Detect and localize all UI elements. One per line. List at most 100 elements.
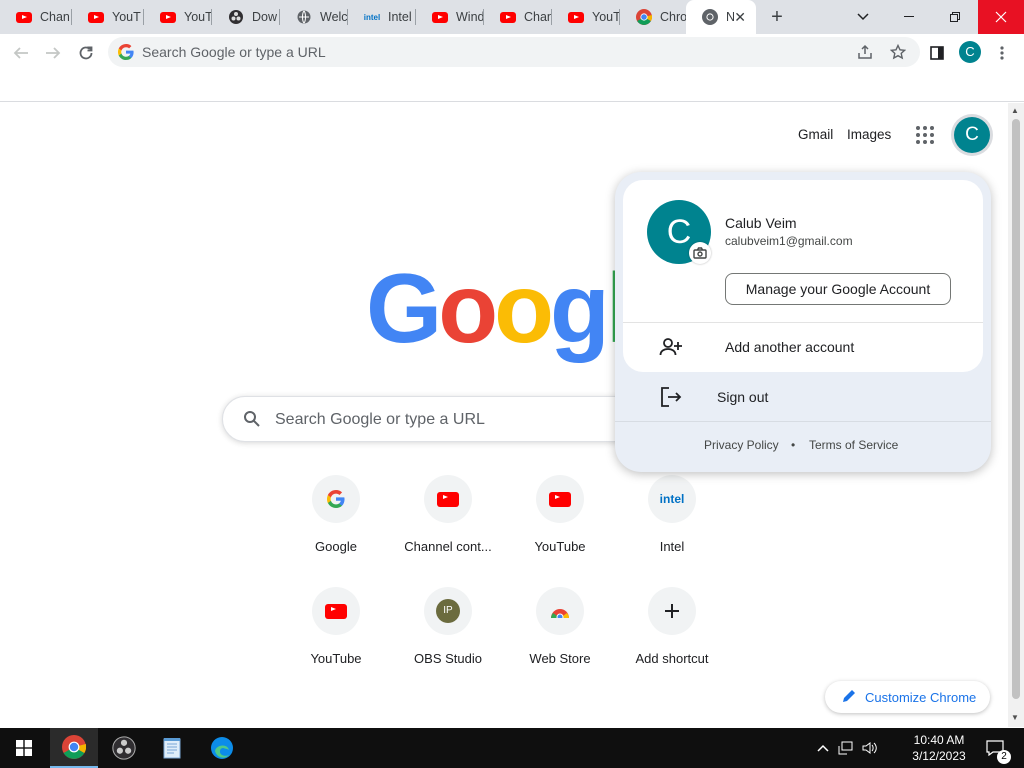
tab-windows[interactable]: Wind [416,0,484,34]
taskbar-notepad[interactable] [148,728,196,768]
tab-title: Chan [524,10,552,24]
shortcut-label: Google [315,539,357,554]
taskbar-obs[interactable] [100,728,148,768]
search-placeholder: Search Google or type a URL [275,411,485,428]
close-icon [995,11,1007,23]
youtube-icon [312,587,360,635]
google-apps-icon[interactable] [913,123,937,147]
shortcut-add[interactable]: Add shortcut [616,587,728,699]
tab-download[interactable]: Dow [212,0,280,34]
scrollbar-thumb[interactable] [1012,119,1020,699]
youtube-icon [424,475,472,523]
taskbar-chrome[interactable] [50,728,98,768]
chrome-icon [636,9,652,25]
page-scrollbar[interactable]: ▲ ▼ [1008,103,1024,727]
logo-letter: o [494,253,554,363]
gmail-link[interactable]: Gmail [798,127,833,142]
share-icon[interactable] [856,44,874,62]
tab-search-button[interactable] [840,0,886,34]
notification-center-button[interactable]: 2 [980,728,1011,768]
pencil-icon [842,689,858,705]
reload-button[interactable] [73,40,99,66]
volume-icon[interactable] [860,728,880,768]
account-email: calubveim1@gmail.com [725,234,853,248]
shortcut-label: Web Store [529,651,591,666]
logout-icon [659,385,683,409]
shortcut-google[interactable]: Google [280,475,392,587]
terms-of-service-link[interactable]: Terms of Service [809,438,898,452]
shortcut-web-store[interactable]: Web Store [504,587,616,699]
divider [623,322,983,323]
reload-icon [79,46,93,60]
customize-label: Customize Chrome [865,689,977,705]
tab-youtube[interactable]: YouT [552,0,620,34]
chrome-menu-button[interactable] [989,40,1015,66]
network-icon[interactable] [836,728,856,768]
address-bar[interactable]: Search Google or type a URL [108,37,920,67]
new-tab-button[interactable]: + [765,5,789,29]
account-popup: C Calub Veim calubveim1@gmail.com Manage… [615,172,991,472]
shortcut-channel-content[interactable]: Channel cont... [392,475,504,587]
restore-button[interactable] [932,0,978,34]
tab-channel[interactable]: Chan [0,0,72,34]
add-account-label: Add another account [725,339,855,355]
shortcut-intel[interactable]: intel Intel [616,475,728,587]
privacy-policy-link[interactable]: Privacy Policy [704,438,779,452]
tab-channel[interactable]: Chan [484,0,552,34]
shortcut-label: Intel [659,539,685,554]
minimize-button[interactable] [886,0,932,34]
close-window-button[interactable] [978,0,1024,34]
close-tab-icon[interactable]: ✕ [734,9,746,25]
obs-icon [112,736,136,760]
shortcut-youtube[interactable]: YouTube [504,475,616,587]
shortcut-youtube-2[interactable]: YouTube [280,587,392,699]
tab-title: Wind [456,10,484,24]
chevron-down-icon [857,13,869,21]
add-account-item[interactable]: Add another account [623,324,983,370]
youtube-icon [16,9,32,25]
tab-new-tab-active[interactable]: N ✕ [686,0,756,34]
globe-icon [296,9,312,25]
images-link[interactable]: Images [847,127,891,142]
bookmark-star-icon[interactable] [889,43,907,62]
scroll-up-icon: ▲ [1011,106,1019,115]
clock-date: 3/12/2023 [912,749,966,763]
search-icon [243,410,261,428]
tab-title: Chro [660,10,686,24]
youtube-icon [160,9,176,25]
tab-youtube[interactable]: YouT [144,0,212,34]
manage-account-button[interactable]: Manage your Google Account [725,273,951,305]
customize-chrome-button[interactable]: Customize Chrome [825,681,990,713]
shortcut-obs-studio[interactable]: IP OBS Studio [392,587,504,699]
bookmark-bar [0,71,1024,102]
tab-intel[interactable]: intel Intel [348,0,416,34]
show-hidden-icons-button[interactable] [814,728,832,768]
tab-welcome[interactable]: Welc [280,0,348,34]
tab-title: Intel [388,10,412,24]
browser-toolbar: Search Google or type a URL C [0,34,1024,71]
tab-chrome[interactable]: Chro [620,0,686,34]
sign-out-item[interactable]: Sign out [615,372,991,420]
youtube-icon [432,9,448,25]
windows-start-button[interactable] [0,728,48,768]
google-icon [312,475,360,523]
side-panel-button[interactable] [924,40,950,66]
google-account-avatar[interactable]: C [954,117,990,153]
logo-letter: o [438,253,498,363]
shortcut-label: YouTube [534,539,586,554]
taskbar-edge[interactable] [198,728,246,768]
google-g-icon [118,44,134,60]
profile-avatar-button[interactable]: C [959,41,981,63]
back-button[interactable] [8,40,34,66]
logo-letter: g [549,253,610,363]
taskbar-clock[interactable]: 10:40 AM 3/12/2023 [906,732,972,764]
bullet-separator: • [791,438,796,452]
camera-icon[interactable] [689,242,711,264]
tab-youtube[interactable]: YouT [72,0,144,34]
sign-out-label: Sign out [717,389,769,405]
chevron-up-icon [817,744,829,752]
forward-button[interactable] [40,40,66,66]
side-panel-icon [930,46,944,60]
tab-title: YouT [184,10,212,24]
divider [615,421,991,422]
